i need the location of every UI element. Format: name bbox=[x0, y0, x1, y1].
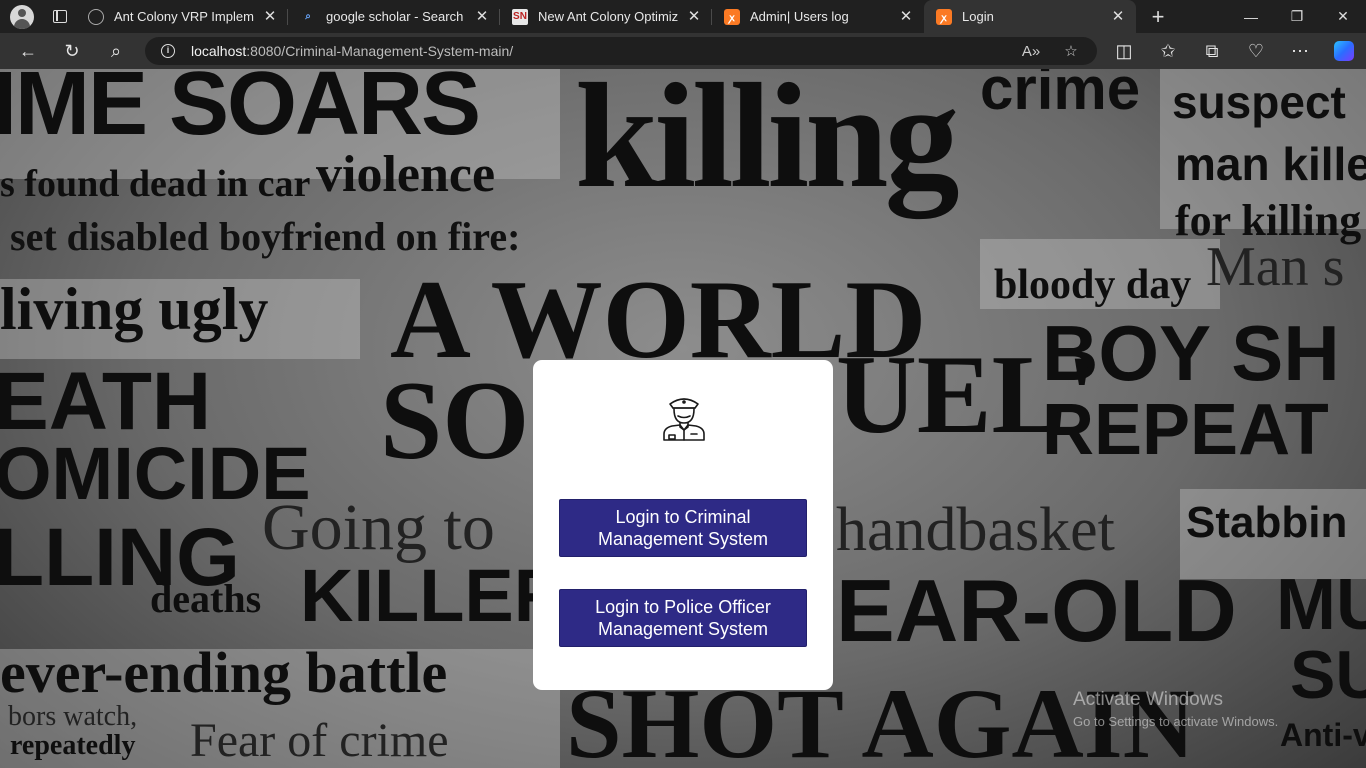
new-tab-button[interactable]: + bbox=[1136, 0, 1180, 33]
watermark-subtitle: Go to Settings to activate Windows. bbox=[1073, 714, 1279, 729]
headline: violence bbox=[316, 146, 496, 203]
headline: crime bbox=[980, 69, 1141, 122]
window-controls: — ❐ ✕ bbox=[1228, 0, 1366, 33]
close-tab-icon[interactable]: ✕ bbox=[474, 8, 490, 25]
close-tab-icon[interactable]: ✕ bbox=[898, 8, 914, 25]
headline: SO bbox=[380, 359, 530, 483]
split-screen-icon[interactable]: ◫ bbox=[1102, 33, 1146, 69]
headline: EAR-OLD bbox=[836, 561, 1237, 660]
toolbar-right: ◫ ✩ ⧉ ♡ ⋯ bbox=[1102, 33, 1366, 69]
address-actions: A» ☆ bbox=[1011, 37, 1091, 65]
headline: Stabbin bbox=[1186, 498, 1348, 547]
tab-actions-button[interactable] bbox=[44, 0, 76, 33]
headline: deaths bbox=[150, 576, 262, 621]
headline: bors watch, bbox=[8, 701, 138, 732]
copilot-button[interactable] bbox=[1322, 33, 1366, 69]
headline: killing bbox=[575, 69, 960, 219]
copilot-icon bbox=[1334, 41, 1354, 61]
read-aloud-icon[interactable]: A» bbox=[1011, 43, 1051, 60]
xampp-icon: ꭗ bbox=[724, 8, 740, 25]
watermark-title: Activate Windows bbox=[1073, 689, 1223, 710]
collections-icon[interactable]: ⧉ bbox=[1190, 33, 1234, 69]
headline: set disabled boyfriend on fire: bbox=[10, 214, 521, 259]
search-icon: ⌕ bbox=[305, 11, 311, 22]
close-tab-icon[interactable]: ✕ bbox=[686, 8, 702, 25]
headline: EATH bbox=[0, 356, 212, 447]
tab-strip: Ant Colony VRP Implementa ✕ ⌕ google sch… bbox=[0, 0, 1366, 33]
headline: Going to bbox=[262, 491, 495, 564]
login-card: Login to Criminal Management System Logi… bbox=[533, 360, 833, 690]
profile-button[interactable] bbox=[0, 0, 44, 33]
restore-icon[interactable]: ❐ bbox=[1274, 0, 1320, 33]
tab-login[interactable]: ꭗ Login ✕ bbox=[924, 0, 1136, 33]
headline: living ugly bbox=[0, 276, 269, 342]
headline: KILLER bbox=[300, 554, 568, 637]
headline: MU bbox=[1276, 565, 1366, 645]
tab-admin-users-log[interactable]: ꭗ Admin| Users log ✕ bbox=[712, 0, 924, 33]
back-icon[interactable]: ← bbox=[6, 33, 50, 69]
browser-toolbar: ← ↻ ⌕ i localhost:8080/Criminal-Manageme… bbox=[0, 33, 1366, 69]
tab-actions-icon bbox=[53, 10, 67, 23]
xampp-icon: ꭗ bbox=[936, 8, 952, 25]
tab-title: google scholar - Search bbox=[326, 9, 464, 24]
headline: s found dead in car bbox=[0, 163, 311, 205]
page-content: IME SOARS killing crime suspect s found … bbox=[0, 69, 1366, 768]
favorites-icon[interactable]: ✩ bbox=[1146, 33, 1190, 69]
tab-title: Login bbox=[962, 9, 994, 24]
tab-title: Ant Colony VRP Implementa bbox=[114, 9, 254, 24]
sn-icon: SN bbox=[512, 8, 528, 25]
headline: Man s bbox=[1206, 236, 1345, 298]
police-officer-icon bbox=[663, 398, 705, 441]
tab-google-scholar[interactable]: ⌕ google scholar - Search ✕ bbox=[288, 0, 500, 33]
headline: ever-ending battle bbox=[0, 640, 448, 705]
close-tab-icon[interactable]: ✕ bbox=[1110, 8, 1126, 25]
search-icon[interactable]: ⌕ bbox=[94, 33, 138, 69]
favorite-star-icon[interactable]: ☆ bbox=[1051, 42, 1091, 60]
site-info-icon[interactable]: i bbox=[161, 44, 175, 58]
headline: SU bbox=[1290, 637, 1366, 713]
headline: repeatedly bbox=[10, 730, 136, 761]
login-police-officer-management-button[interactable]: Login to Police Officer Management Syste… bbox=[559, 589, 807, 647]
headline: handbasket bbox=[836, 496, 1115, 564]
tab-title: Admin| Users log bbox=[750, 9, 849, 24]
headline: bloody day bbox=[994, 262, 1192, 308]
refresh-icon[interactable]: ↻ bbox=[50, 33, 94, 69]
headline: Fear of crime bbox=[190, 714, 449, 767]
minimize-icon[interactable]: — bbox=[1228, 0, 1274, 33]
headline: suspect bbox=[1172, 76, 1346, 128]
address-host: localhost bbox=[191, 43, 247, 59]
close-window-icon[interactable]: ✕ bbox=[1320, 0, 1366, 33]
tab-title: New Ant Colony Optimizatio bbox=[538, 9, 678, 24]
headline: REPEAT bbox=[1042, 390, 1329, 470]
address-url: localhost:8080/Criminal-Management-Syste… bbox=[191, 43, 513, 59]
login-criminal-management-button[interactable]: Login to Criminal Management System bbox=[559, 499, 807, 557]
headline: IME SOARS bbox=[0, 69, 481, 154]
address-path: :8080/Criminal-Management-System-main/ bbox=[246, 43, 514, 59]
windows-activation-watermark: Activate Windows Go to Settings to activ… bbox=[1073, 689, 1278, 729]
headline: man kille bbox=[1175, 138, 1366, 190]
address-bar[interactable]: i localhost:8080/Criminal-Management-Sys… bbox=[145, 37, 1097, 65]
avatar-icon bbox=[10, 4, 34, 29]
tab-ant-colony-vrp[interactable]: Ant Colony VRP Implementa ✕ bbox=[76, 0, 288, 33]
headline: Anti-vi bbox=[1280, 717, 1366, 753]
more-options-icon[interactable]: ⋯ bbox=[1278, 33, 1322, 69]
ai-chat-icon bbox=[88, 8, 104, 25]
close-tab-icon[interactable]: ✕ bbox=[262, 8, 278, 25]
tab-ant-colony-optimization[interactable]: SN New Ant Colony Optimizatio ✕ bbox=[500, 0, 712, 33]
browser-essentials-icon[interactable]: ♡ bbox=[1234, 33, 1278, 69]
